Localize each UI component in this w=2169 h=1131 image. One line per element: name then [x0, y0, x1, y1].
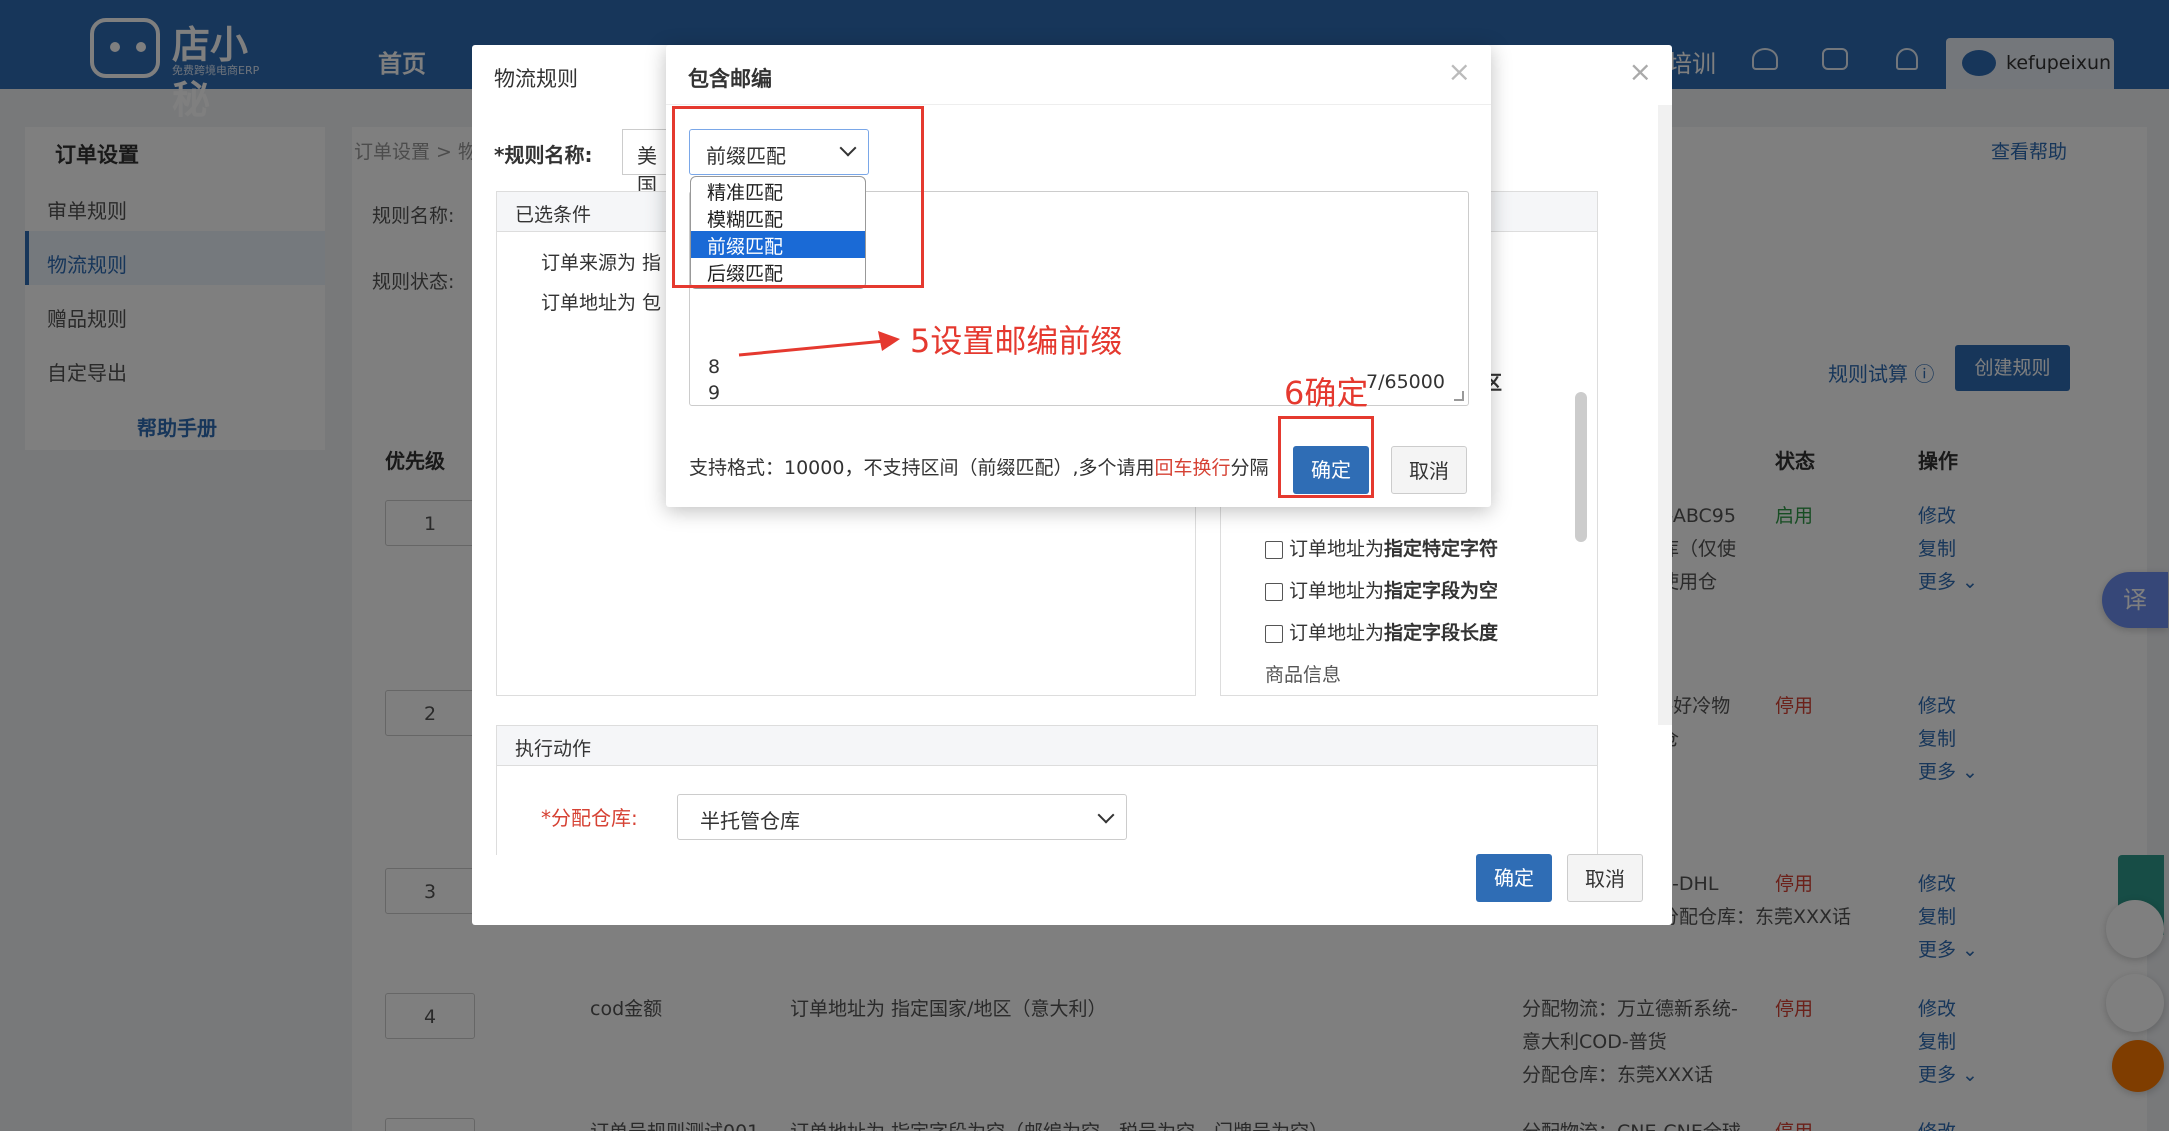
warehouse-select[interactable]: 半托管仓库: [677, 794, 1127, 840]
dialog-header: 包含邮编 ×: [666, 45, 1491, 105]
option-field-empty[interactable]: 订单地址为指定字段为空: [1265, 576, 1498, 603]
annotation-box-confirm: [1278, 416, 1374, 498]
warehouse-label: *分配仓库:: [541, 806, 638, 830]
dialog-title: 物流规则: [494, 67, 578, 91]
option-field-length[interactable]: 订单地址为指定字段长度: [1265, 618, 1498, 645]
annotation-box-dropdown: [672, 106, 924, 288]
close-icon[interactable]: ×: [1629, 55, 1652, 88]
checkbox[interactable]: [1265, 540, 1283, 559]
char-counter: 7/65000: [1366, 371, 1445, 393]
panel-title: 执行动作: [497, 726, 1597, 766]
dialog-title: 包含邮编: [688, 67, 772, 91]
confirm-button[interactable]: 确定: [1476, 854, 1552, 902]
condition-address: 订单地址为 包: [541, 292, 662, 314]
annotation-arrow: [738, 331, 900, 357]
checkbox[interactable]: [1265, 582, 1283, 601]
chevron-down-icon: [1097, 806, 1115, 824]
cancel-button[interactable]: 取消: [1567, 854, 1643, 902]
scrollbar[interactable]: [1575, 392, 1587, 542]
textarea-line: 8: [708, 356, 721, 378]
condition-source: 订单来源为 指: [541, 252, 662, 274]
textarea-line: 9: [708, 382, 721, 404]
annotation-step5: 5设置邮编前缀: [910, 322, 1123, 360]
checkbox[interactable]: [1265, 624, 1283, 643]
section-product-info: 商品信息: [1265, 664, 1342, 686]
dialog-scrollbar[interactable]: [1658, 105, 1672, 725]
format-hint: 支持格式：10000，不支持区间（前缀匹配）,多个请用回车换行分隔: [689, 457, 1269, 479]
resize-handle[interactable]: [1454, 391, 1464, 401]
option-special-chars[interactable]: 订单地址为指定特定字符: [1265, 534, 1498, 561]
action-panel: 执行动作 *分配仓库: 半托管仓库: [496, 725, 1598, 855]
close-icon[interactable]: ×: [1448, 55, 1471, 88]
cancel-button[interactable]: 取消: [1391, 446, 1467, 494]
rule-name-label: *规则名称:: [494, 143, 593, 167]
annotation-step6: 6确定: [1284, 374, 1369, 412]
